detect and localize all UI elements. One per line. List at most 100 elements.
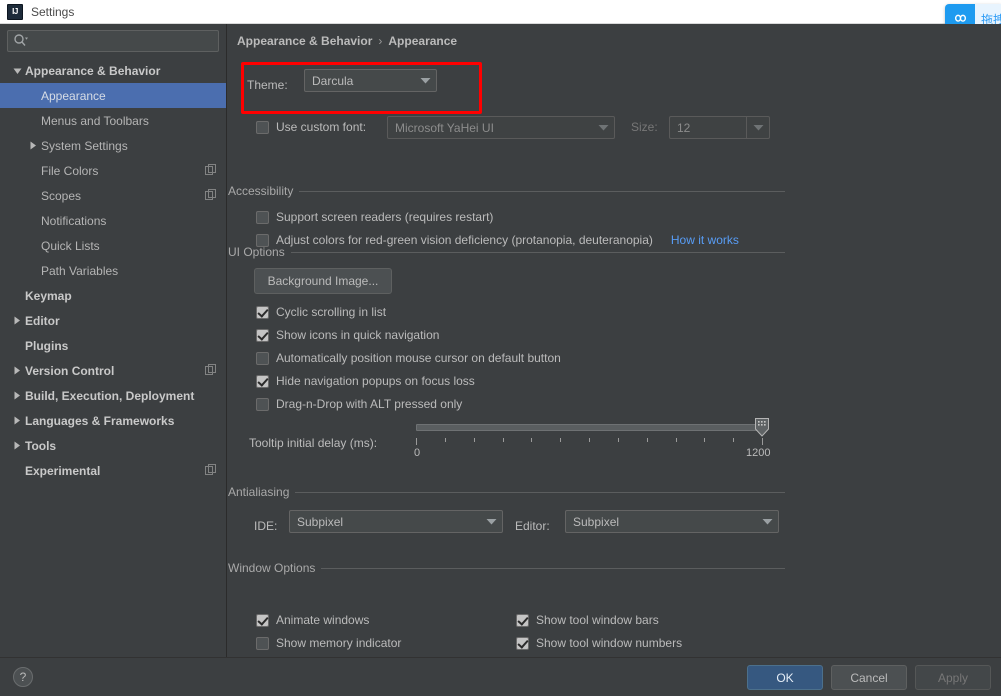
drag-n-drop-with-alt-pressed-only-label: Drag-n-Drop with ALT pressed only bbox=[276, 397, 463, 411]
show-icons-in-quick-navigation-checkbox[interactable] bbox=[256, 328, 269, 342]
sidebar-item-path-variables[interactable]: Path Variables bbox=[0, 258, 226, 283]
sidebar-item-editor[interactable]: Editor bbox=[0, 308, 226, 333]
drag-n-drop-with-alt-pressed-only-checkbox[interactable] bbox=[256, 397, 269, 411]
slider-tick bbox=[531, 438, 532, 442]
slider-tick bbox=[589, 438, 590, 442]
sidebar-item-file-colors[interactable]: File Colors bbox=[0, 158, 226, 183]
antialiasing-ide-value: Subpixel bbox=[297, 514, 344, 529]
support-screen-readers-checkbox[interactable] bbox=[256, 210, 269, 224]
window-option-show-tool-window-bars-row[interactable]: Show tool window bars bbox=[516, 613, 659, 627]
show-memory-indicator-label: Show memory indicator bbox=[276, 636, 402, 650]
copy-icon[interactable] bbox=[205, 363, 216, 378]
theme-label: Theme: bbox=[247, 78, 288, 92]
title-bar: Settings bbox=[0, 0, 1001, 24]
sidebar-item-label: Quick Lists bbox=[41, 238, 100, 253]
cyclic-scrolling-in-list-label: Cyclic scrolling in list bbox=[276, 305, 387, 319]
sidebar-item-languages-frameworks[interactable]: Languages & Frameworks bbox=[0, 408, 226, 433]
tooltip-delay-max-label: 1200 bbox=[746, 447, 771, 459]
search-box[interactable] bbox=[7, 30, 219, 52]
slider-tick bbox=[560, 438, 561, 442]
tooltip-delay-slider-track[interactable] bbox=[416, 424, 764, 431]
window-option-show-tool-window-numbers-row[interactable]: Show tool window numbers bbox=[516, 636, 682, 650]
sidebar-item-build-execution-deployment[interactable]: Build, Execution, Deployment bbox=[0, 383, 226, 408]
search-wrapper bbox=[0, 24, 226, 52]
ui-option-show-icons-in-quick-navigation-row[interactable]: Show icons in quick navigation bbox=[256, 328, 439, 342]
show-tool-window-bars-checkbox[interactable] bbox=[516, 613, 529, 627]
theme-combobox[interactable]: Darcula bbox=[304, 69, 437, 92]
ui-options-section-header: UI Options bbox=[228, 245, 785, 259]
sidebar-item-keymap[interactable]: Keymap bbox=[0, 283, 226, 308]
search-input[interactable] bbox=[28, 34, 218, 48]
ui-option-cyclic-scrolling-in-list-row[interactable]: Cyclic scrolling in list bbox=[256, 305, 386, 319]
antialiasing-ide-combobox[interactable]: Subpixel bbox=[289, 510, 503, 533]
animate-windows-checkbox[interactable] bbox=[256, 613, 269, 627]
use-custom-font-row[interactable]: Use custom font: bbox=[256, 120, 366, 134]
hide-navigation-popups-on-focus-loss-checkbox[interactable] bbox=[256, 374, 269, 388]
chevron-right-icon[interactable] bbox=[9, 441, 25, 450]
show-icons-in-quick-navigation-label: Show icons in quick navigation bbox=[276, 328, 440, 342]
sidebar-item-quick-lists[interactable]: Quick Lists bbox=[0, 233, 226, 258]
automatically-position-mouse-cursor-on-default-button-checkbox[interactable] bbox=[256, 351, 269, 365]
custom-font-value: Microsoft YaHei UI bbox=[395, 120, 494, 135]
font-size-combobox[interactable]: 12 bbox=[669, 116, 770, 139]
sidebar-item-label: Keymap bbox=[25, 288, 72, 303]
apply-button[interactable]: Apply bbox=[915, 665, 991, 690]
window-options-section-title: Window Options bbox=[228, 561, 316, 575]
show-tool-window-numbers-checkbox[interactable] bbox=[516, 636, 529, 650]
section-divider bbox=[295, 491, 785, 493]
sidebar-item-system-settings[interactable]: System Settings bbox=[0, 133, 226, 158]
window-option-show-memory-indicator-row[interactable]: Show memory indicator bbox=[256, 636, 401, 650]
show-memory-indicator-checkbox[interactable] bbox=[256, 636, 269, 650]
show-tool-window-numbers-label: Show tool window numbers bbox=[536, 636, 683, 650]
accessibility-section-title: Accessibility bbox=[228, 184, 294, 198]
ui-option-automatically-position-mouse-cursor-on-default-button-row[interactable]: Automatically position mouse cursor on d… bbox=[256, 351, 561, 365]
ok-button[interactable]: OK bbox=[747, 665, 823, 690]
chevron-down-icon bbox=[756, 518, 778, 525]
sidebar-item-notifications[interactable]: Notifications bbox=[0, 208, 226, 233]
tooltip-delay-slider-thumb[interactable] bbox=[755, 418, 769, 437]
sidebar-item-tools[interactable]: Tools bbox=[0, 433, 226, 458]
sidebar-item-label: Editor bbox=[25, 313, 60, 328]
chevron-right-icon[interactable] bbox=[9, 316, 25, 325]
cancel-button[interactable]: Cancel bbox=[831, 665, 907, 690]
chevron-right-icon[interactable] bbox=[9, 366, 25, 375]
font-size-label: Size: bbox=[631, 120, 658, 134]
antialiasing-editor-combobox[interactable]: Subpixel bbox=[565, 510, 779, 533]
section-divider bbox=[299, 190, 785, 192]
support-screen-readers-row[interactable]: Support screen readers (requires restart… bbox=[256, 210, 493, 224]
cyclic-scrolling-in-list-checkbox[interactable] bbox=[256, 305, 269, 319]
help-button[interactable]: ? bbox=[13, 667, 33, 687]
sidebar-item-appearance-behavior[interactable]: Appearance & Behavior bbox=[0, 58, 226, 83]
custom-font-combobox[interactable]: Microsoft YaHei UI bbox=[387, 116, 615, 139]
copy-icon[interactable] bbox=[205, 463, 216, 478]
sidebar-item-menus-and-toolbars[interactable]: Menus and Toolbars bbox=[0, 108, 226, 133]
chevron-right-icon[interactable] bbox=[9, 416, 25, 425]
antialiasing-editor-label: Editor: bbox=[515, 519, 550, 533]
ui-option-hide-navigation-popups-on-focus-loss-row[interactable]: Hide navigation popups on focus loss bbox=[256, 374, 475, 388]
background-image-button[interactable]: Background Image... bbox=[254, 268, 392, 294]
sidebar-item-version-control[interactable]: Version Control bbox=[0, 358, 226, 383]
use-custom-font-checkbox[interactable] bbox=[256, 120, 269, 134]
section-divider bbox=[290, 251, 785, 253]
sidebar-item-label: Notifications bbox=[41, 213, 107, 228]
settings-sidebar: Appearance & Behavior Appearance Menus and… bbox=[0, 24, 227, 658]
window-options-section-header: Window Options bbox=[228, 561, 785, 575]
chevron-down-icon[interactable] bbox=[9, 67, 25, 75]
antialiasing-ide-label: IDE: bbox=[254, 519, 278, 533]
sidebar-item-appearance[interactable]: Appearance bbox=[0, 83, 226, 108]
chevron-right-icon[interactable] bbox=[25, 141, 41, 150]
copy-icon[interactable] bbox=[205, 163, 216, 178]
animate-windows-label: Animate windows bbox=[276, 613, 370, 627]
breadcrumb-root[interactable]: Appearance & Behavior bbox=[237, 34, 372, 48]
sidebar-item-plugins[interactable]: Plugins bbox=[0, 333, 226, 358]
window-option-animate-windows-row[interactable]: Animate windows bbox=[256, 613, 369, 627]
ui-option-drag-n-drop-with-alt-pressed-only-row[interactable]: Drag-n-Drop with ALT pressed only bbox=[256, 397, 462, 411]
footer-button-group: OK Cancel Apply bbox=[747, 665, 991, 690]
copy-icon[interactable] bbox=[205, 188, 216, 203]
sidebar-item-experimental[interactable]: Experimental bbox=[0, 458, 226, 483]
chevron-right-icon[interactable] bbox=[9, 391, 25, 400]
breadcrumb-leaf: Appearance bbox=[388, 34, 458, 48]
sidebar-item-label: File Colors bbox=[41, 163, 99, 178]
sidebar-item-label: Plugins bbox=[25, 338, 69, 353]
sidebar-item-scopes[interactable]: Scopes bbox=[0, 183, 226, 208]
